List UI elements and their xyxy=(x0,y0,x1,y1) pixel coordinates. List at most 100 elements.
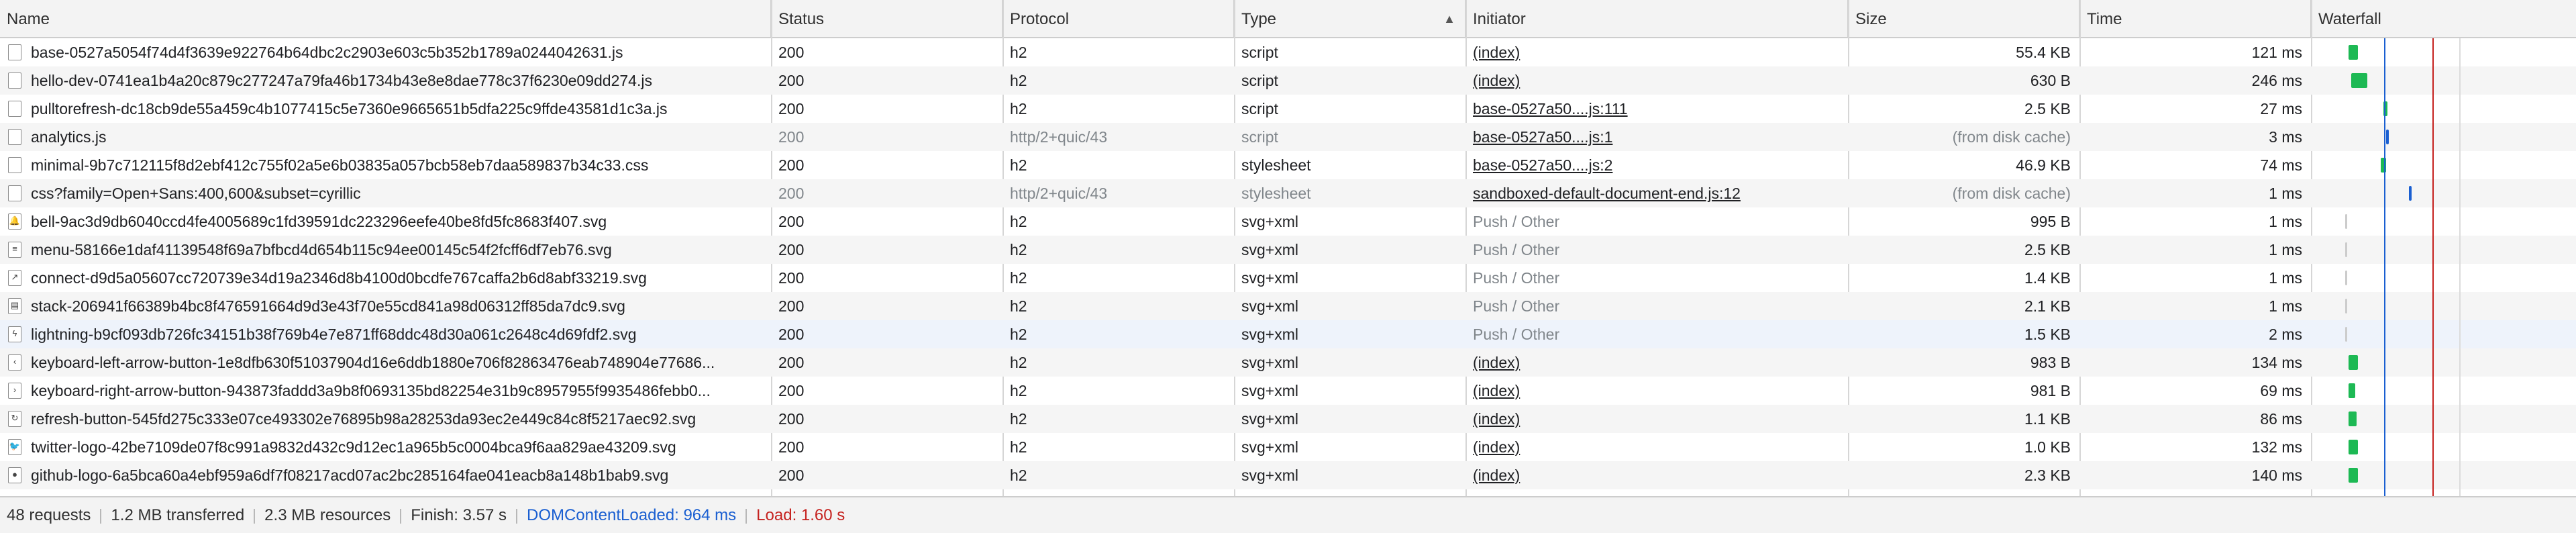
column-label: Protocol xyxy=(1010,10,1070,28)
request-name: keyboard-left-arrow-button-1e8dfb630f510… xyxy=(31,354,715,371)
cell-type: svg+xml xyxy=(1241,241,1298,258)
cell-size: 983 B xyxy=(2030,354,2071,371)
waterfall-bar xyxy=(2349,468,2358,483)
cell-size: 1.4 KB xyxy=(2024,269,2071,287)
cell-name[interactable]: › keyboard-right-arrow-button-943873faddd… xyxy=(0,377,772,405)
resources-size: 2.3 MB resources xyxy=(264,506,391,524)
cell-name[interactable]: 🐦 twitter-logo-42be7109de07f8c991a9832d43… xyxy=(0,433,772,461)
twitter-icon: 🐦 xyxy=(8,439,21,455)
cell-status: 200 xyxy=(778,128,805,146)
cell-protocol: h2 xyxy=(1010,44,1027,61)
cell-status: 200 xyxy=(778,185,805,202)
cell-name[interactable]: ϟ lightning-b9cf093db726fc34151b38f769b4e… xyxy=(0,320,772,348)
cell-status: 200 xyxy=(778,467,805,484)
cell-type: stylesheet xyxy=(1241,185,1311,202)
cell-protocol: h2 xyxy=(1010,410,1027,428)
cell-name[interactable]: base-0527a5054f74d4f3639e922764b64dbc2c2… xyxy=(0,38,772,66)
file-icon xyxy=(8,72,21,89)
cell-initiator: Push / Other xyxy=(1473,297,1560,315)
table-row[interactable]: ↻ refresh-button-545fd275c333e07ce493302e… xyxy=(0,405,2576,433)
table-row[interactable]: 🐦 twitter-logo-42be7109de07f8c991a9832d43… xyxy=(0,433,2576,461)
connect-icon: ↗ xyxy=(8,270,21,286)
column-header-time[interactable]: Time xyxy=(2080,0,2312,38)
table-row[interactable]: › keyboard-right-arrow-button-943873faddd… xyxy=(0,377,2576,405)
table-row[interactable]: css?family=Open+Sans:400,600&subset=cyri… xyxy=(0,179,2576,207)
column-header-size[interactable]: Size xyxy=(1849,0,2080,38)
cell-name[interactable]: ▤ stack-206941f66389b4bc8f476591664d9d3e4… xyxy=(0,292,772,320)
cell-name[interactable]: ≡ menu-58166e1daf41139548f69a7bfbcd4d654b… xyxy=(0,236,772,264)
file-icon xyxy=(8,101,21,117)
waterfall-bar xyxy=(2345,299,2347,313)
cell-initiator[interactable]: (index) xyxy=(1466,405,1849,433)
table-row[interactable]: ‹ keyboard-left-arrow-button-1e8dfb630f51… xyxy=(0,348,2576,377)
waterfall-bar xyxy=(2349,411,2357,426)
table-header: Name Status Protocol Type ▲ Initiator Siz… xyxy=(0,0,2576,38)
cell-initiator[interactable]: sandboxed-default-document-end.js:12 xyxy=(1466,179,1849,207)
transferred-size: 1.2 MB transferred xyxy=(111,506,245,524)
cell-initiator[interactable]: (index) xyxy=(1466,461,1849,489)
cell-name[interactable]: analytics.js xyxy=(0,123,772,151)
waterfall-bar xyxy=(2345,214,2347,229)
cell-initiator[interactable]: base-0527a50....js:2 xyxy=(1466,151,1849,179)
cell-name[interactable]: css?family=Open+Sans:400,600&subset=cyri… xyxy=(0,179,772,207)
divider xyxy=(100,508,102,524)
cell-protocol: h2 xyxy=(1010,326,1027,343)
table-row[interactable]: minimal-9b7c712115f8d2ebf412c755f02a5e6b… xyxy=(0,151,2576,179)
table-row[interactable]: ϟ lightning-b9cf093db726fc34151b38f769b4e… xyxy=(0,320,2576,348)
cell-size: (from disk cache) xyxy=(1952,185,2071,202)
table-row[interactable]: 🔔 bell-9ac3d9db6040ccd4fe4005689c1fd39591… xyxy=(0,207,2576,236)
cell-protocol: h2 xyxy=(1010,100,1027,117)
cell-name[interactable]: ↻ refresh-button-545fd275c333e07ce493302e… xyxy=(0,405,772,433)
column-label: Waterfall xyxy=(2318,10,2381,28)
table-row[interactable]: analytics.js 200 http/2+quic/43 script base-… xyxy=(0,123,2576,151)
waterfall-bar xyxy=(2349,440,2358,454)
cell-time: 134 ms xyxy=(2251,354,2302,371)
cell-initiator[interactable]: (index) xyxy=(1466,348,1849,377)
cell-time: 1 ms xyxy=(2269,269,2302,287)
cell-name[interactable]: minimal-9b7c712115f8d2ebf412c755f02a5e6b… xyxy=(0,151,772,179)
column-header-waterfall[interactable]: Waterfall xyxy=(2312,0,2576,38)
cell-time: 246 ms xyxy=(2251,72,2302,89)
cell-initiator[interactable]: (index) xyxy=(1466,66,1849,95)
cell-initiator[interactable]: base-0527a50....js:1 xyxy=(1466,123,1849,151)
column-label: Status xyxy=(778,10,825,28)
cell-status: 200 xyxy=(778,72,805,89)
table-row[interactable]: ▤ stack-206941f66389b4bc8f476591664d9d3e4… xyxy=(0,292,2576,320)
request-name: analytics.js xyxy=(31,128,107,146)
column-header-initiator[interactable]: Initiator xyxy=(1466,0,1849,38)
cell-name[interactable]: ● github-logo-6a5bca60a4ebf959a6df7f08217… xyxy=(0,461,772,489)
cell-status: 200 xyxy=(778,438,805,456)
waterfall-bar xyxy=(2349,355,2358,370)
cell-size: (from disk cache) xyxy=(1952,128,2071,146)
cell-status: 200 xyxy=(778,156,805,174)
table-row[interactable]: hello-dev-0741ea1b4a20c879c277247a79fa46… xyxy=(0,66,2576,95)
cell-protocol: h2 xyxy=(1010,156,1027,174)
table-row[interactable]: ↗ connect-d9d5a05607cc720739e34d19a2346d8… xyxy=(0,264,2576,292)
cell-initiator[interactable]: (index) xyxy=(1466,38,1849,66)
cell-name[interactable]: ↗ connect-d9d5a05607cc720739e34d19a2346d8… xyxy=(0,264,772,292)
table-row[interactable]: ≡ menu-58166e1daf41139548f69a7bfbcd4d654b… xyxy=(0,236,2576,264)
cell-name[interactable]: hello-dev-0741ea1b4a20c879c277247a79fa46… xyxy=(0,66,772,95)
cell-initiator[interactable]: (index) xyxy=(1466,433,1849,461)
cell-type: stylesheet xyxy=(1241,156,1311,174)
divider xyxy=(400,508,402,524)
cell-name[interactable]: 🔔 bell-9ac3d9db6040ccd4fe4005689c1fd39591… xyxy=(0,207,772,236)
column-header-protocol[interactable]: Protocol xyxy=(1003,0,1235,38)
table-row[interactable]: ● github-logo-6a5bca60a4ebf959a6df7f08217… xyxy=(0,461,2576,489)
cell-initiator: Push / Other xyxy=(1473,326,1560,343)
cell-initiator[interactable]: base-0527a50....js:111 xyxy=(1466,95,1849,123)
cell-type: svg+xml xyxy=(1241,213,1298,230)
table-row[interactable]: base-0527a5054f74d4f3639e922764b64dbc2c2… xyxy=(0,38,2576,66)
cell-status: 200 xyxy=(778,100,805,117)
table-row[interactable]: pulltorefresh-dc18cb9de55a459c4b1077415c… xyxy=(0,95,2576,123)
waterfall-bar xyxy=(2351,73,2367,88)
column-header-name[interactable]: Name xyxy=(0,0,772,38)
column-header-type[interactable]: Type ▲ xyxy=(1235,0,1466,38)
cell-protocol: h2 xyxy=(1010,297,1027,315)
cell-name[interactable]: pulltorefresh-dc18cb9de55a459c4b1077415c… xyxy=(0,95,772,123)
cell-name[interactable]: ‹ keyboard-left-arrow-button-1e8dfb630f51… xyxy=(0,348,772,377)
cell-initiator[interactable]: (index) xyxy=(1466,377,1849,405)
cell-status: 200 xyxy=(778,269,805,287)
column-header-status[interactable]: Status xyxy=(772,0,1003,38)
cell-size: 2.3 KB xyxy=(2024,467,2071,484)
